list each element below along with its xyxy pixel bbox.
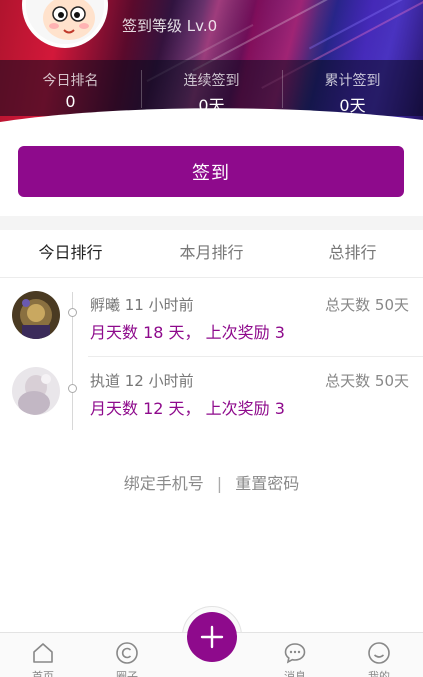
user-name-time: 执道 12 小时前 bbox=[90, 372, 194, 390]
plus-icon bbox=[200, 625, 224, 649]
user-name-time: 孵曦 11 小时前 bbox=[90, 296, 194, 314]
tab-month-ranking[interactable]: 本月排行 bbox=[141, 230, 282, 277]
month-days-reward: 月天数 12 天， 上次奖励 3 bbox=[90, 399, 285, 418]
stat-label: 连续签到 bbox=[183, 73, 240, 89]
total-days: 总天数 50天 bbox=[325, 372, 409, 390]
tabbar-item-messages[interactable]: 消息 bbox=[265, 641, 325, 677]
circle-icon bbox=[116, 642, 138, 664]
list-item[interactable]: 孵曦 11 小时前 总天数 50天 月天数 18 天， 上次奖励 3 bbox=[0, 281, 423, 357]
chat-icon bbox=[284, 643, 306, 664]
tabbar-item-me[interactable]: 我的 bbox=[349, 641, 409, 677]
stat-label: 累计签到 bbox=[324, 73, 381, 89]
month-days-reward: 月天数 18 天， 上次奖励 3 bbox=[90, 323, 285, 342]
tabbar-label: 首页 bbox=[32, 670, 54, 677]
section-divider bbox=[0, 216, 423, 230]
tabbar-item-circle[interactable]: 圈子 bbox=[97, 641, 157, 677]
list-item[interactable]: 执道 12 小时前 总天数 50天 月天数 12 天， 上次奖励 3 bbox=[0, 357, 423, 433]
tab-today-ranking[interactable]: 今日排行 bbox=[0, 230, 141, 277]
post-button[interactable] bbox=[187, 612, 237, 662]
link-divider: | bbox=[216, 474, 223, 493]
user-avatar-icon bbox=[12, 291, 60, 339]
tabbar-item-home[interactable]: 首页 bbox=[13, 641, 73, 677]
timeline-dot bbox=[68, 384, 77, 393]
profile-header: 签到等级 Lv.0 今日排名 0 连续签到 0天 累计签到 0天 bbox=[0, 0, 423, 128]
account-links: 绑定手机号 | 重置密码 bbox=[0, 470, 423, 494]
ranking-tabs: 今日排行 本月排行 总排行 bbox=[0, 230, 423, 278]
avatar[interactable] bbox=[22, 0, 108, 48]
sign-in-button[interactable]: 签到 bbox=[18, 146, 404, 197]
bind-phone-link[interactable]: 绑定手机号 bbox=[124, 474, 204, 493]
sign-level-text: 签到等级 Lv.0 bbox=[122, 17, 218, 35]
smile-icon bbox=[368, 642, 390, 664]
tab-total-ranking[interactable]: 总排行 bbox=[282, 230, 423, 277]
header-decoration bbox=[308, 0, 423, 50]
cartoon-avatar-icon bbox=[26, 0, 104, 44]
user-avatar-icon bbox=[12, 367, 60, 415]
home-icon bbox=[33, 643, 53, 663]
stat-label: 今日排名 bbox=[42, 73, 99, 89]
tabbar-label: 消息 bbox=[284, 670, 306, 677]
avatar[interactable] bbox=[12, 367, 60, 415]
header-wave bbox=[0, 108, 423, 128]
reset-password-link[interactable]: 重置密码 bbox=[235, 474, 299, 493]
timeline-dot bbox=[68, 308, 77, 317]
tabbar-label: 我的 bbox=[368, 670, 390, 677]
tabbar-label: 圈子 bbox=[116, 670, 138, 677]
avatar[interactable] bbox=[12, 291, 60, 339]
total-days: 总天数 50天 bbox=[325, 296, 409, 314]
